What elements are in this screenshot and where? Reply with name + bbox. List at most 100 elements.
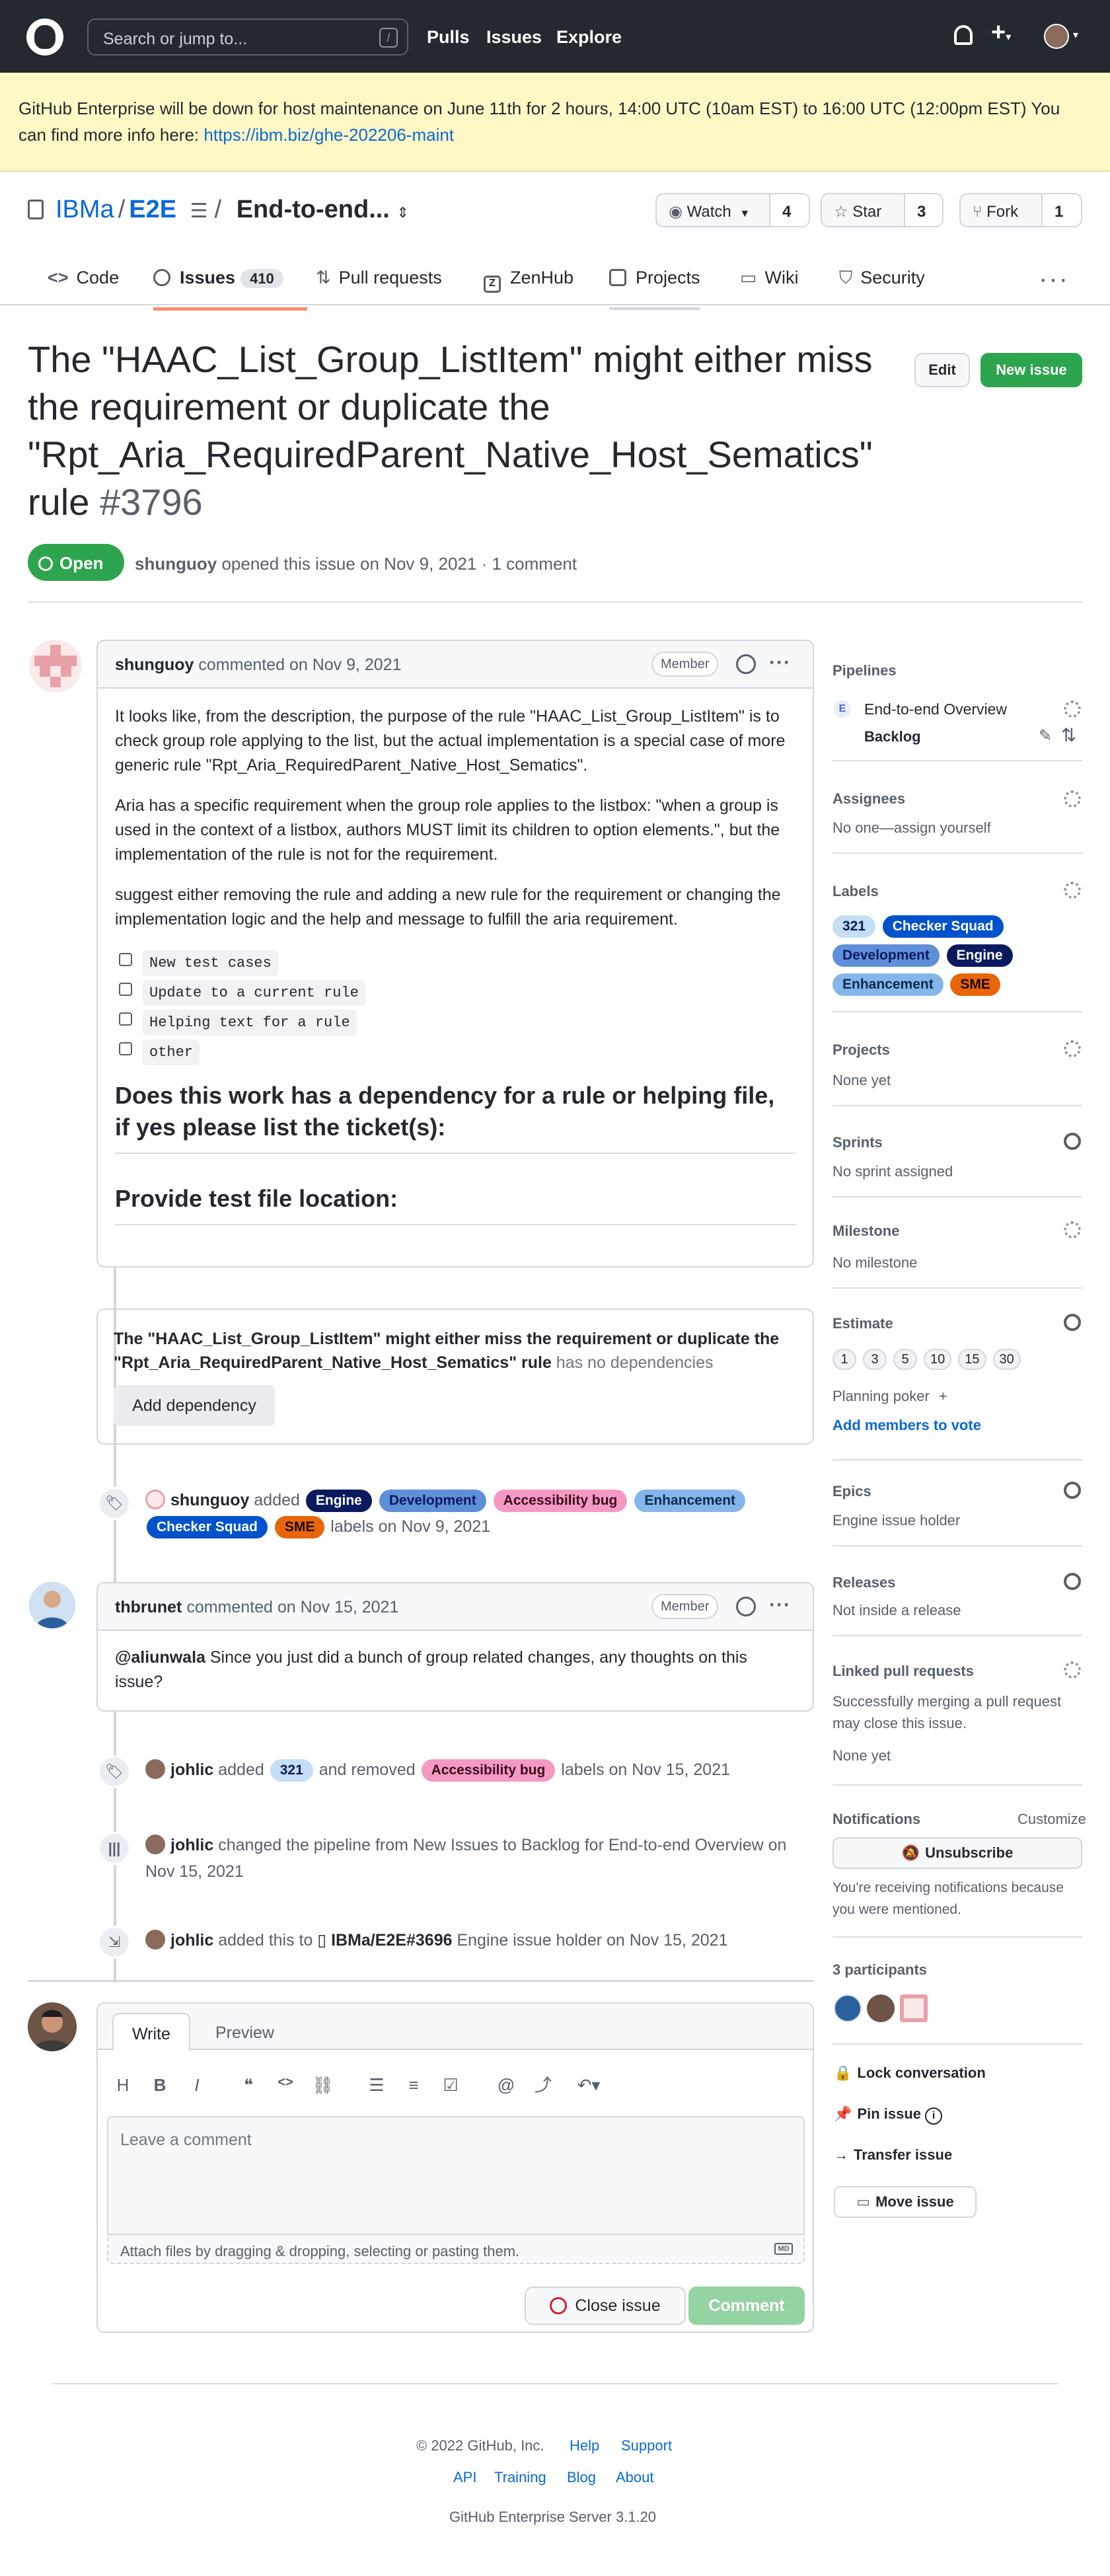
more-menu-icon[interactable]: ··· xyxy=(1039,259,1069,299)
mention-icon[interactable]: @ xyxy=(496,2072,517,2098)
gear-icon[interactable] xyxy=(1064,1133,1081,1150)
assign-yourself-link[interactable]: No one—assign yourself xyxy=(832,817,991,839)
footer-link-support[interactable]: Support xyxy=(621,2435,672,2456)
label-sme[interactable]: SME xyxy=(274,1516,325,1538)
tab-wiki[interactable]: ▭ Wiki xyxy=(740,264,799,307)
repo-owner-link[interactable]: IBMa xyxy=(56,196,114,223)
comment-menu-icon[interactable]: ··· xyxy=(769,1590,791,1620)
plus-icon[interactable]: + xyxy=(939,1388,947,1404)
comment-textarea[interactable]: Leave a comment xyxy=(107,2116,805,2235)
task-list-icon[interactable]: ☑ xyxy=(440,2072,461,2098)
nav-explore[interactable]: Explore xyxy=(556,24,622,51)
move-issue-button[interactable]: ▭ Move issue xyxy=(834,2186,977,2218)
task-checkbox[interactable] xyxy=(119,953,132,966)
label-checker-squad[interactable]: Checker Squad xyxy=(882,915,1004,938)
ordered-list-icon[interactable]: ≡ xyxy=(403,2072,424,2098)
task-checkbox[interactable] xyxy=(119,1012,132,1026)
epic-issue-link[interactable]: IBMa/E2E#3696 xyxy=(331,1931,452,1950)
user-avatar-menu[interactable] xyxy=(1044,24,1069,49)
close-issue-button[interactable]: Close issue xyxy=(525,2287,686,2325)
footer-link-blog[interactable]: Blog xyxy=(567,2466,596,2488)
avatar[interactable] xyxy=(145,1835,165,1854)
code-icon[interactable]: <> xyxy=(275,2072,296,2092)
tab-write[interactable]: Write xyxy=(112,2013,190,2051)
pin-icon[interactable]: ✎ xyxy=(1039,724,1052,748)
comment-submit-button[interactable]: Comment xyxy=(688,2287,805,2325)
info-icon[interactable]: i xyxy=(925,2107,943,2125)
estimate-option[interactable]: 30 xyxy=(992,1349,1021,1370)
italic-icon[interactable]: I xyxy=(186,2072,207,2098)
quote-icon[interactable]: ❝ xyxy=(238,2072,259,2098)
nav-issues[interactable]: Issues xyxy=(486,24,542,51)
avatar[interactable] xyxy=(145,1759,165,1779)
comment-menu-icon[interactable]: ··· xyxy=(769,648,791,677)
avatar[interactable] xyxy=(29,640,82,693)
tab-zenhub[interactable]: Z ZenHub xyxy=(484,264,574,309)
label-accessibility-bug[interactable]: Accessibility bug xyxy=(493,1490,628,1512)
cross-reference-icon[interactable]: ⤴ xyxy=(533,2072,554,2098)
label-accessibility-bug[interactable]: Accessibility bug xyxy=(421,1759,556,1782)
event-actor[interactable]: johlic xyxy=(170,1761,213,1779)
issue-author-link[interactable]: shunguoy xyxy=(135,554,217,574)
avatar[interactable] xyxy=(145,1930,165,1950)
comment-author-link[interactable]: shunguoy xyxy=(115,656,194,674)
label-enhancement[interactable]: Enhancement xyxy=(832,973,944,996)
label-sme[interactable]: SME xyxy=(950,973,1000,996)
saved-replies-icon[interactable]: ↶▾ xyxy=(572,2072,605,2098)
label-321[interactable]: 321 xyxy=(270,1759,313,1782)
user-mention-link[interactable]: @aliunwala xyxy=(115,1648,205,1667)
nav-pulls[interactable]: Pulls xyxy=(427,24,470,51)
customize-notifications-link[interactable]: Customize xyxy=(1018,1808,1086,1830)
task-checkbox[interactable] xyxy=(119,983,132,996)
unordered-list-icon[interactable]: ☰ xyxy=(366,2072,387,2098)
gear-icon[interactable] xyxy=(1064,701,1081,718)
label-development[interactable]: Development xyxy=(832,944,940,967)
star-count[interactable]: 3 xyxy=(905,193,944,227)
project-selector[interactable]: End-to-end... xyxy=(237,196,390,223)
add-members-to-vote-link[interactable]: Add members to vote xyxy=(832,1414,981,1436)
transfer-issue-link[interactable]: → Transfer issue xyxy=(834,2144,952,2166)
watch-button[interactable]: ◉ Watch ▼ xyxy=(655,193,770,227)
tab-preview[interactable]: Preview xyxy=(197,2013,293,2051)
add-reaction-icon[interactable] xyxy=(736,654,756,674)
label-321[interactable]: 321 xyxy=(832,915,876,938)
task-checkbox[interactable] xyxy=(119,1042,132,1055)
pin-issue-link[interactable]: 📌 Pin issue i xyxy=(834,2103,943,2125)
footer-link-help[interactable]: Help xyxy=(570,2435,599,2456)
footer-link-training[interactable]: Training xyxy=(494,2466,546,2488)
label-engine[interactable]: Engine xyxy=(946,944,1013,967)
github-logo-icon[interactable] xyxy=(26,19,63,56)
event-actor[interactable]: johlic xyxy=(170,1931,213,1950)
bold-icon[interactable]: B xyxy=(149,2072,170,2098)
participant-avatar[interactable] xyxy=(834,1994,862,2022)
unsubscribe-button[interactable]: 🔕 Unsubscribe xyxy=(832,1837,1082,1869)
comment-timestamp[interactable]: commented on Nov 15, 2021 xyxy=(182,1598,398,1616)
sort-arrows-icon[interactable]: ⇅ xyxy=(1061,722,1076,749)
search-input[interactable]: Search or jump to... / xyxy=(87,19,408,56)
pipeline-stage-select[interactable]: Backlog xyxy=(864,726,921,747)
gear-icon[interactable] xyxy=(1064,1573,1081,1590)
footer-link-about[interactable]: About xyxy=(616,2466,654,2488)
banner-link[interactable]: https://ibm.biz/ghe-202206-maint xyxy=(204,125,454,145)
create-new-menu[interactable]: +▾ xyxy=(991,20,1011,45)
fork-button[interactable]: ⑂ Fork xyxy=(959,193,1043,227)
add-reaction-icon[interactable] xyxy=(736,1597,756,1616)
tab-code[interactable]: <> Code xyxy=(48,264,119,307)
participant-avatar[interactable] xyxy=(867,1994,895,2022)
fork-count[interactable]: 1 xyxy=(1043,193,1082,227)
event-actor[interactable]: shunguoy xyxy=(170,1491,249,1509)
avatar[interactable] xyxy=(29,1582,75,1628)
tab-security[interactable]: ⛉ Security xyxy=(839,264,925,307)
watch-count[interactable]: 4 xyxy=(770,193,810,227)
tab-pull-requests[interactable]: ⇅ Pull requests xyxy=(316,264,442,307)
gear-icon[interactable] xyxy=(1064,1314,1081,1331)
gear-icon[interactable] xyxy=(1064,882,1081,899)
label-checker-squad[interactable]: Checker Squad xyxy=(147,1516,268,1538)
notifications-bell-icon[interactable] xyxy=(954,25,973,45)
repo-name-link[interactable]: E2E xyxy=(129,196,176,223)
label-enhancement[interactable]: Enhancement xyxy=(634,1490,746,1512)
new-issue-button[interactable]: New issue xyxy=(980,353,1082,387)
avatar[interactable] xyxy=(145,1490,165,1509)
label-development[interactable]: Development xyxy=(379,1490,486,1512)
comment-author-link[interactable]: thbrunet xyxy=(115,1598,182,1616)
